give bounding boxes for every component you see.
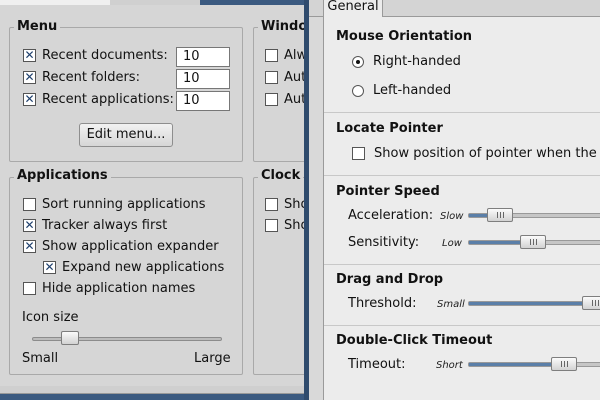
- sensitivity-low-label: Low: [442, 238, 462, 249]
- timeout-slider[interactable]: [468, 362, 600, 367]
- locate-pointer-label: Show position of pointer when the Cont: [374, 146, 600, 161]
- menu-group-title: Menu: [14, 19, 61, 34]
- show-expander-row[interactable]: Show application expander: [23, 239, 219, 254]
- recent-folders-spin[interactable]: 10: [176, 69, 230, 89]
- show-expander-checkbox[interactable]: [23, 239, 36, 253]
- recent-folders-label: Recent folders:: [42, 70, 140, 85]
- windows-option-3-label: Aut: [284, 92, 306, 107]
- recent-documents-label: Recent documents:: [42, 48, 168, 63]
- double-click-timeout-title: Double-Click Timeout: [336, 333, 493, 348]
- left-handed-radio[interactable]: [352, 84, 364, 97]
- window-titlebar: [0, 0, 306, 5]
- window-bottom-edge: [0, 386, 306, 400]
- edit-menu-button[interactable]: Edit menu...: [79, 123, 173, 147]
- recent-applications-spin[interactable]: 10: [176, 91, 230, 111]
- recent-documents-spin[interactable]: 10: [176, 47, 230, 67]
- left-handed-label: Left-handed: [373, 83, 452, 98]
- clock-option-2-label: Sho: [284, 218, 306, 233]
- icon-size-label: Icon size: [22, 310, 79, 325]
- acceleration-label: Acceleration:: [348, 208, 434, 223]
- pointer-speed-title: Pointer Speed: [336, 184, 440, 199]
- windows-option-1-checkbox[interactable]: [265, 49, 278, 62]
- windows-option-2[interactable]: Aut: [265, 70, 306, 85]
- clock-option-1-checkbox[interactable]: [265, 198, 278, 211]
- windows-option-3-checkbox[interactable]: [265, 93, 278, 106]
- windows-option-3[interactable]: Aut: [265, 92, 306, 107]
- timeout-label: Timeout:: [348, 357, 406, 372]
- clock-option-2[interactable]: Sho: [265, 218, 306, 233]
- sensitivity-slider-thumb[interactable]: [520, 235, 546, 249]
- expand-new-row[interactable]: Expand new applications: [43, 260, 224, 275]
- windows-option-2-checkbox[interactable]: [265, 71, 278, 84]
- tracker-first-row[interactable]: Tracker always first: [23, 218, 167, 233]
- windows-option-1-label: Alw: [284, 48, 306, 63]
- tracker-first-label: Tracker always first: [42, 218, 168, 233]
- clock-group-title: Clock: [258, 168, 304, 183]
- separator: [324, 264, 600, 265]
- expand-new-checkbox[interactable]: [43, 260, 56, 274]
- sort-running-checkbox[interactable]: [23, 198, 36, 211]
- threshold-small-label: Small: [437, 299, 465, 310]
- icon-size-max-label: Large: [194, 351, 231, 366]
- left-handed-option[interactable]: Left-handed: [352, 83, 451, 98]
- separator: [324, 112, 600, 113]
- recent-applications-checkbox[interactable]: [23, 92, 36, 106]
- clock-option-1[interactable]: Sho: [265, 197, 306, 212]
- right-handed-label: Right-handed: [373, 54, 461, 69]
- recent-folders-checkbox[interactable]: [23, 70, 36, 84]
- threshold-slider-thumb[interactable]: [582, 296, 600, 310]
- recent-documents-row[interactable]: Recent documents:: [23, 48, 168, 63]
- mouse-preferences-window: General Mouse Orientation Right-handed L…: [309, 0, 600, 400]
- recent-applications-row[interactable]: Recent applications:: [23, 92, 174, 107]
- tab-bar: General: [309, 0, 600, 18]
- right-handed-radio[interactable]: [352, 55, 364, 68]
- recent-folders-row[interactable]: Recent folders:: [23, 70, 140, 85]
- panel-preferences-window: Menu Recent documents: 10 Recent folders…: [0, 0, 306, 400]
- acceleration-slow-label: Slow: [440, 211, 464, 222]
- timeout-slider-thumb[interactable]: [551, 357, 577, 371]
- applications-group-title: Applications: [14, 168, 111, 183]
- locate-pointer-checkbox[interactable]: [352, 147, 365, 160]
- tab-general[interactable]: General: [323, 0, 383, 18]
- windows-option-1[interactable]: Alw: [265, 48, 306, 63]
- hide-names-checkbox[interactable]: [23, 282, 36, 295]
- drag-and-drop-title: Drag and Drop: [336, 272, 444, 287]
- clock-option-1-label: Sho: [284, 197, 306, 212]
- show-expander-label: Show application expander: [42, 239, 219, 254]
- locate-pointer-title: Locate Pointer: [336, 121, 443, 136]
- threshold-label: Threshold:: [348, 296, 417, 311]
- hide-names-row[interactable]: Hide application names: [23, 281, 195, 296]
- icon-size-slider-thumb[interactable]: [61, 331, 79, 345]
- recent-documents-checkbox[interactable]: [23, 48, 36, 62]
- general-tab-panel: Mouse Orientation Right-handed Left-hand…: [323, 17, 600, 400]
- icon-size-min-label: Small: [22, 351, 59, 366]
- mouse-orientation-title: Mouse Orientation: [336, 29, 473, 44]
- locate-pointer-row[interactable]: Show position of pointer when the Cont: [352, 146, 600, 161]
- threshold-slider[interactable]: [468, 301, 600, 306]
- right-handed-option[interactable]: Right-handed: [352, 54, 461, 69]
- separator: [324, 325, 600, 326]
- recent-applications-label: Recent applications:: [42, 92, 174, 107]
- sort-running-row[interactable]: Sort running applications: [23, 197, 206, 212]
- windows-option-2-label: Aut: [284, 70, 306, 85]
- acceleration-slider-thumb[interactable]: [487, 208, 513, 222]
- expand-new-label: Expand new applications: [62, 260, 225, 275]
- tracker-first-checkbox[interactable]: [23, 218, 36, 232]
- sensitivity-label: Sensitivity:: [348, 235, 420, 250]
- timeout-short-label: Short: [436, 360, 463, 371]
- clock-option-2-checkbox[interactable]: [265, 219, 278, 232]
- sort-running-label: Sort running applications: [42, 197, 206, 212]
- hide-names-label: Hide application names: [42, 281, 196, 296]
- windows-group-title: Windo: [258, 19, 306, 34]
- separator: [324, 175, 600, 176]
